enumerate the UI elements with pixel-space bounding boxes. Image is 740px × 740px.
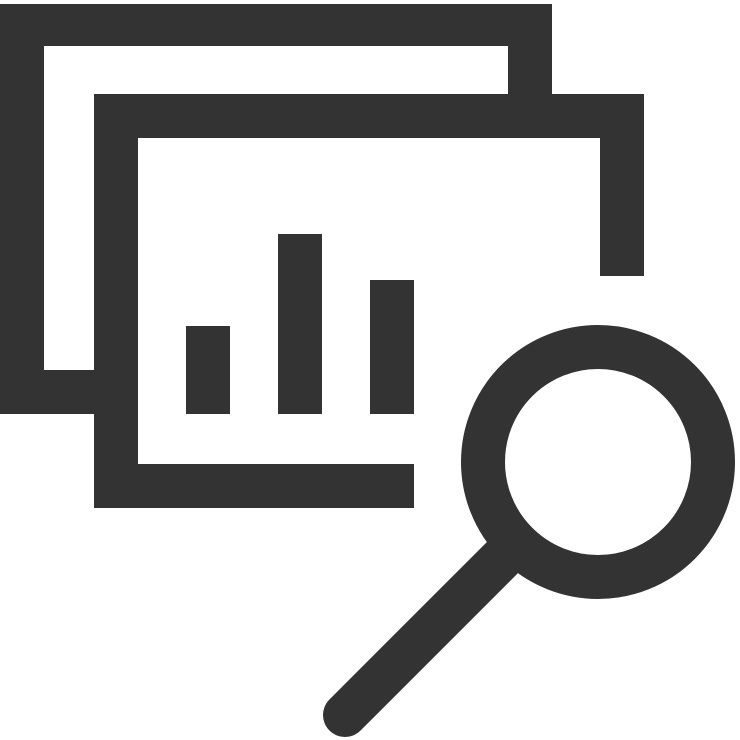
chart-bar-2 xyxy=(278,234,322,414)
chart-bar-1 xyxy=(186,326,230,414)
front-document-frame xyxy=(94,94,644,508)
icon-svg xyxy=(0,4,735,737)
back-document-frame xyxy=(0,4,552,414)
analytics-search-icon xyxy=(0,0,740,740)
magnifier-handle xyxy=(323,533,527,737)
chart-bar-3 xyxy=(370,280,414,414)
